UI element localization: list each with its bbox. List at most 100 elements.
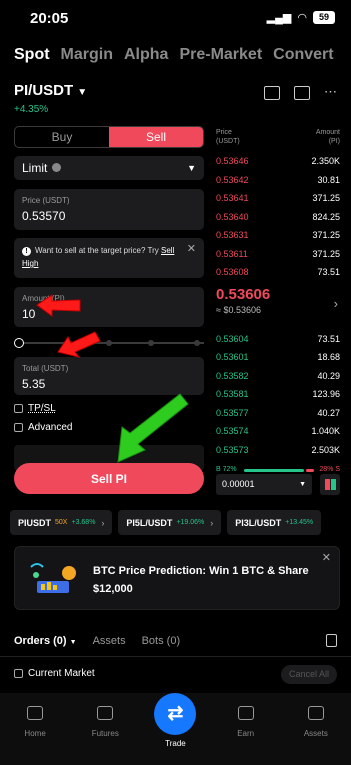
- tab-orders[interactable]: Orders (0) ▼: [14, 635, 77, 647]
- tip-link-high[interactable]: High: [22, 259, 38, 268]
- ticker-change: +3.68%: [71, 519, 96, 526]
- ask-row[interactable]: 0.53631 371.25: [216, 226, 340, 245]
- ticker-item[interactable]: PI5L/USDT +19.06% ›: [118, 510, 222, 535]
- total-input[interactable]: 5.35: [22, 377, 196, 391]
- bid-row[interactable]: 0.53577 40.27: [216, 404, 340, 423]
- amount-header: Amount: [315, 129, 340, 136]
- nav-futures[interactable]: Futures: [75, 693, 135, 765]
- ask-price: 0.53642: [216, 174, 249, 185]
- nav-trade-label: Trade: [165, 739, 186, 748]
- pair-selector[interactable]: PI/USDT: [14, 82, 73, 99]
- current-market-row: Current Market Cancel All: [14, 665, 337, 684]
- more-icon[interactable]: ⋯: [324, 85, 337, 100]
- status-icons: ▂▄▆ ◠ 59: [267, 11, 335, 24]
- price-header: Price: [216, 129, 232, 136]
- bid-row[interactable]: 0.53604 73.51: [216, 330, 340, 349]
- chevron-right-icon: ›: [101, 517, 105, 528]
- nav-earn[interactable]: Earn: [216, 693, 276, 765]
- tab-alpha[interactable]: Alpha: [124, 46, 168, 64]
- ask-row[interactable]: 0.53646 2.350K: [216, 152, 340, 171]
- amount-input[interactable]: 10: [22, 307, 196, 321]
- tpsl-label: TP/SL: [28, 403, 56, 414]
- tab-spot[interactable]: Spot: [14, 46, 50, 64]
- ask-price: 0.53646: [216, 156, 249, 166]
- wallet-icon: [307, 706, 324, 720]
- pair-tools: ⋯: [264, 85, 337, 100]
- tpsl-checkbox[interactable]: [14, 404, 23, 413]
- ticker-item[interactable]: PI3L/USDT +13.45%: [227, 510, 322, 535]
- nav-home[interactable]: Home: [5, 693, 65, 765]
- slider-handle[interactable]: [14, 338, 24, 348]
- slider-step[interactable]: [106, 340, 112, 346]
- ask-price: 0.53608: [216, 267, 249, 277]
- status-bar: 20:05 ▂▄▆ ◠ 59: [0, 0, 351, 38]
- ask-amount: 73.51: [317, 267, 340, 277]
- bid-price: 0.53582: [216, 370, 249, 381]
- amount-slider[interactable]: [14, 335, 204, 351]
- cancel-all-button[interactable]: Cancel All: [280, 665, 337, 684]
- bottom-nav: Home Futures ⇄ Trade Earn Assets: [0, 693, 351, 765]
- ticker-item[interactable]: PIUSDT 50X +3.68% ›: [10, 510, 113, 535]
- ask-amount: 371.25: [312, 230, 340, 240]
- tab-bots[interactable]: Bots (0): [142, 635, 181, 647]
- total-field[interactable]: Total (USDT) 5.35: [14, 357, 204, 395]
- ask-row[interactable]: 0.53611 371.25: [216, 245, 340, 264]
- slider-step[interactable]: [64, 340, 70, 346]
- sell-button[interactable]: Sell PI: [14, 463, 204, 494]
- nav-trade[interactable]: ⇄ Trade: [145, 693, 205, 765]
- last-price-usd: ≈ $0.53606: [216, 304, 261, 315]
- tpsl-row[interactable]: TP/SL: [14, 403, 204, 414]
- bid-row[interactable]: 0.53601 18.68: [216, 348, 340, 367]
- close-icon[interactable]: ✕: [322, 551, 331, 564]
- price-input[interactable]: 0.53570: [22, 209, 196, 223]
- advanced-row[interactable]: Advanced: [14, 422, 204, 433]
- side-toggle: Buy Sell: [14, 126, 204, 148]
- tab-margin[interactable]: Margin: [61, 46, 113, 64]
- order-book: Price (USDT) Amount (PI) 0.53646 2.350K 0.5…: [216, 128, 340, 477]
- ticker-strip: PIUSDT 50X +3.68% › PI5L/USDT +19.06% › …: [10, 510, 351, 535]
- sell-tab[interactable]: Sell: [109, 127, 203, 147]
- price-field[interactable]: Price (USDT) 0.53570: [14, 189, 204, 230]
- nav-assets[interactable]: Assets: [286, 693, 346, 765]
- info-icon[interactable]: [52, 163, 62, 172]
- ask-row[interactable]: 0.53608 73.51: [216, 263, 340, 282]
- bid-row[interactable]: 0.53582 40.29: [216, 367, 340, 386]
- ask-amount: 824.25: [312, 211, 340, 222]
- ticker-leverage: 50X: [55, 519, 68, 526]
- depth-select[interactable]: 0.00001 ▼: [216, 474, 312, 495]
- bid-row[interactable]: 0.53573 2.503K: [216, 441, 340, 460]
- signal-icon: ▂▄▆: [266, 12, 292, 24]
- last-price[interactable]: 0.53606 ≈ $0.53606 ›: [216, 286, 340, 328]
- asks-list: 0.53646 2.350K 0.53642 30.81 0.53641 371.25…: [216, 152, 340, 282]
- slider-track: [22, 342, 204, 344]
- current-market-checkbox[interactable]: [14, 669, 23, 678]
- chevron-right-icon[interactable]: ›: [334, 296, 338, 311]
- bid-row[interactable]: 0.53581 123.96: [216, 385, 340, 404]
- ask-row[interactable]: 0.53641 371.25: [216, 189, 340, 208]
- ask-row[interactable]: 0.53640 824.25: [216, 208, 340, 227]
- slider-step[interactable]: [148, 340, 154, 346]
- ticker-symbol: PI5L/USDT: [126, 517, 173, 528]
- amount-unit: (PI): [328, 138, 340, 145]
- order-history-icon[interactable]: [326, 634, 337, 647]
- bid-amount: 2.503K: [311, 444, 340, 455]
- chart-settings-icon[interactable]: [264, 86, 280, 100]
- slider-step[interactable]: [194, 340, 200, 346]
- promo-banner[interactable]: BTC Price Prediction: Win 1 BTC & Share …: [14, 546, 340, 610]
- tab-convert[interactable]: Convert: [273, 46, 333, 64]
- ask-row[interactable]: 0.53642 30.81: [216, 171, 340, 190]
- tip-link-sell[interactable]: Sell: [161, 246, 174, 255]
- candlestick-icon[interactable]: [294, 86, 310, 100]
- tab-assets[interactable]: Assets: [93, 635, 126, 647]
- tab-pre-market[interactable]: Pre-Market: [179, 46, 262, 64]
- book-layout-icon[interactable]: [320, 474, 340, 495]
- amount-field[interactable]: Amount (PI) 10: [14, 287, 204, 327]
- caret-down-icon[interactable]: ▼: [77, 87, 87, 98]
- buy-tab[interactable]: Buy: [15, 127, 109, 147]
- close-icon[interactable]: ✕: [187, 243, 196, 256]
- order-type-select[interactable]: Limit ▼: [14, 156, 204, 180]
- advanced-checkbox[interactable]: [14, 423, 23, 432]
- bid-price: 0.53577: [216, 407, 249, 418]
- bid-row[interactable]: 0.53574 1.040K: [216, 422, 340, 441]
- bid-amount: 73.51: [317, 333, 340, 344]
